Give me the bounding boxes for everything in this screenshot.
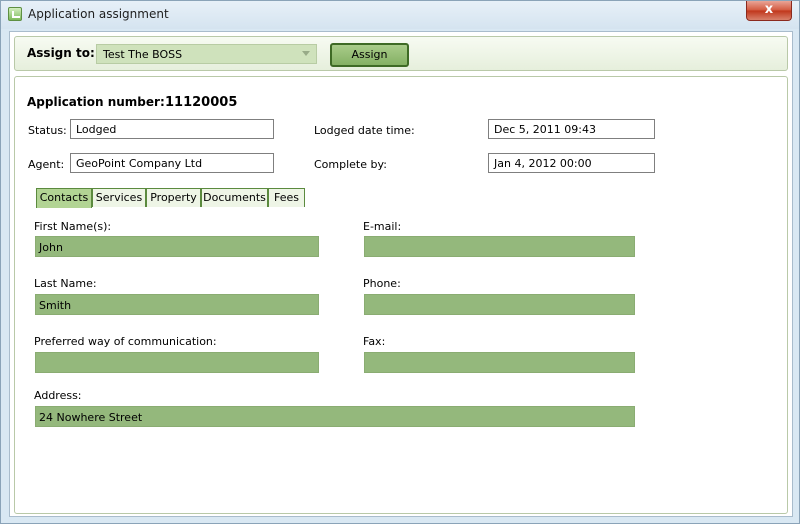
address-label: Address:	[34, 389, 82, 402]
assign-toolbar: Assign to: Test The BOSS Assign	[14, 36, 788, 71]
assign-button[interactable]: Assign	[330, 43, 409, 67]
window-content: Assign to: Test The BOSS Assign Applicat…	[9, 31, 793, 517]
fax-field[interactable]	[364, 352, 635, 373]
email-field[interactable]	[364, 236, 635, 257]
close-button[interactable]: x	[746, 1, 792, 21]
tab-contacts[interactable]: Contacts	[36, 188, 92, 208]
last-name-field[interactable]: Smith	[35, 294, 319, 315]
tab-documents[interactable]: Documents	[201, 188, 268, 207]
close-icon: x	[764, 2, 774, 17]
first-name-label: First Name(s):	[34, 220, 112, 233]
application-details-panel: Application number: 11120005 Status: Lod…	[14, 76, 788, 514]
assignee-selected-value: Test The BOSS	[103, 48, 183, 61]
assignee-dropdown[interactable]: Test The BOSS	[96, 44, 317, 64]
agent-label: Agent:	[28, 158, 65, 171]
preferred-communication-label: Preferred way of communication:	[34, 335, 217, 348]
address-field[interactable]: 24 Nowhere Street	[35, 406, 635, 427]
tab-services[interactable]: Services	[92, 188, 146, 207]
complete-by-field[interactable]: Jan 4, 2012 00:00	[488, 153, 655, 173]
fax-label: Fax:	[363, 335, 386, 348]
application-assignment-window: Application assignment x Assign to: Test…	[0, 0, 800, 524]
last-name-label: Last Name:	[34, 277, 97, 290]
window-title: Application assignment	[28, 7, 169, 21]
assign-to-label: Assign to:	[27, 46, 95, 60]
tab-fees[interactable]: Fees	[268, 188, 305, 207]
chevron-down-icon[interactable]	[302, 51, 310, 56]
application-number-value: 11120005	[165, 95, 238, 110]
agent-field[interactable]: GeoPoint Company Ltd	[70, 153, 274, 173]
first-name-field[interactable]: John	[35, 236, 319, 257]
status-field[interactable]: Lodged	[70, 119, 274, 139]
lodged-date-label: Lodged date time:	[314, 124, 415, 137]
tab-property[interactable]: Property	[146, 188, 201, 207]
title-bar[interactable]: Application assignment x	[1, 1, 799, 29]
phone-field[interactable]	[364, 294, 635, 315]
lodged-date-field[interactable]: Dec 5, 2011 09:43	[488, 119, 655, 139]
application-number-label: Application number:	[27, 95, 165, 109]
preferred-communication-field[interactable]	[35, 352, 319, 373]
phone-label: Phone:	[363, 277, 401, 290]
email-label: E-mail:	[363, 220, 402, 233]
complete-by-label: Complete by:	[314, 158, 387, 171]
status-label: Status:	[28, 124, 67, 137]
app-icon	[8, 7, 22, 21]
